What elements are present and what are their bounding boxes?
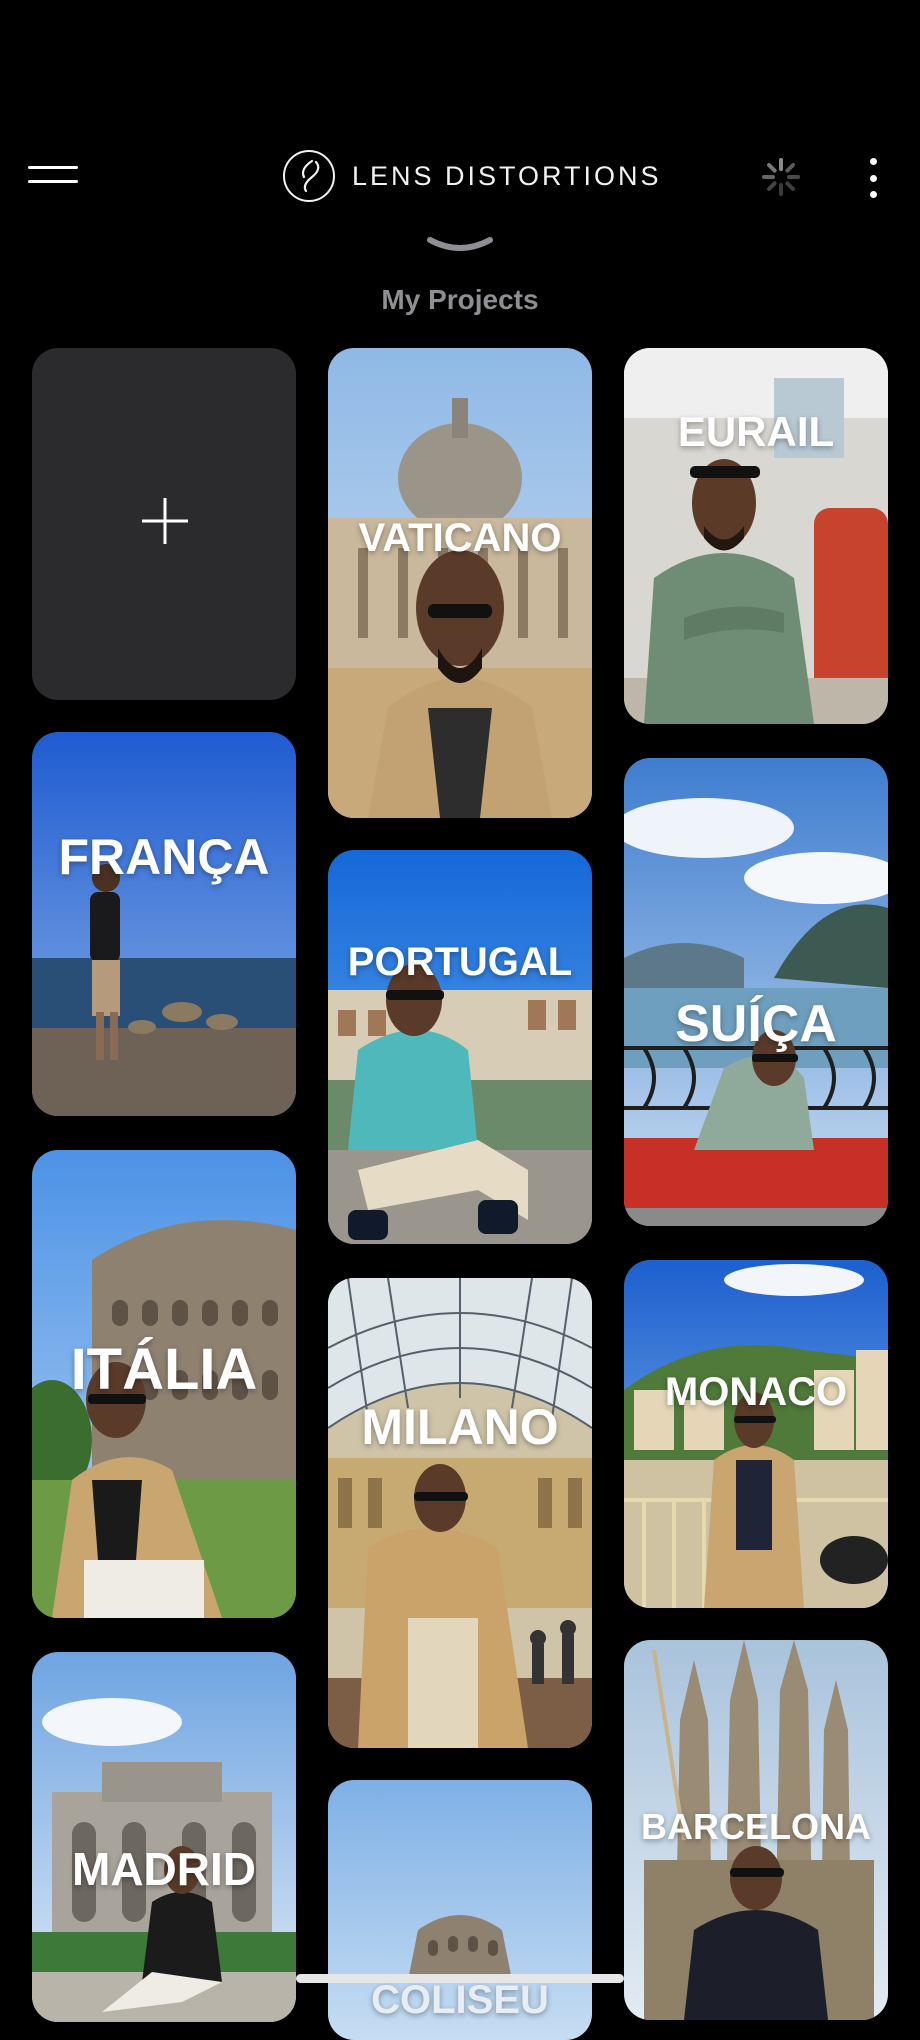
project-label: MILANO [361, 1399, 559, 1455]
app-brand: LENS DISTORTIONS [282, 148, 662, 204]
plus-icon [142, 498, 188, 544]
project-thumbnail [624, 348, 888, 724]
project-label: VATICANO [358, 516, 562, 560]
project-thumbnail [328, 1278, 592, 1748]
project-card-eurail[interactable]: EURAIL [624, 348, 888, 724]
home-indicator[interactable] [296, 1974, 624, 1983]
section-title: My Projects [381, 284, 539, 315]
new-project-button[interactable] [32, 348, 296, 700]
hamburger-menu-icon[interactable] [28, 160, 78, 190]
project-thumbnail [328, 348, 592, 818]
activity-spinner-icon[interactable] [760, 156, 802, 198]
project-label: MONACO [664, 1370, 848, 1414]
project-card-milano[interactable]: MILANO [328, 1278, 592, 1748]
project-label: PORTUGAL [347, 940, 573, 984]
project-thumbnail [624, 758, 888, 1226]
project-card-madrid[interactable]: MADRID [32, 1652, 296, 2022]
project-card-coliseu[interactable]: COLISEU [328, 1780, 592, 2040]
project-label: BARCELONA [641, 1806, 871, 1847]
project-label: EURAIL [677, 408, 835, 455]
project-label: MADRID [72, 1843, 256, 1895]
top-bar: LENS DISTORTIONS [0, 0, 920, 240]
project-thumbnail [32, 732, 296, 1116]
app-title: LENS DISTORTIONS [352, 160, 662, 191]
project-card-portugal[interactable]: PORTUGAL [328, 850, 592, 1244]
project-label: ITÁLIA [70, 1337, 258, 1402]
project-thumbnail [328, 850, 592, 1244]
lens-logo-icon [283, 150, 335, 202]
project-card-vaticano[interactable]: VATICANO [328, 348, 592, 818]
more-vertical-icon[interactable] [862, 158, 884, 198]
chevron-down-icon[interactable] [424, 234, 496, 258]
project-thumbnail [32, 1652, 296, 2022]
project-label: FRANÇA [58, 829, 270, 885]
project-card-monaco[interactable]: MONACO [624, 1260, 888, 1608]
project-label: SUÍÇA [675, 995, 837, 1053]
project-card-italia[interactable]: ITÁLIA [32, 1150, 296, 1618]
project-label: COLISEU [371, 1978, 549, 2022]
project-card-franca[interactable]: FRANÇA [32, 732, 296, 1116]
project-card-suica[interactable]: SUÍÇA [624, 758, 888, 1226]
project-card-barcelona[interactable]: BARCELONA [624, 1640, 888, 2020]
project-thumbnail [624, 1260, 888, 1608]
